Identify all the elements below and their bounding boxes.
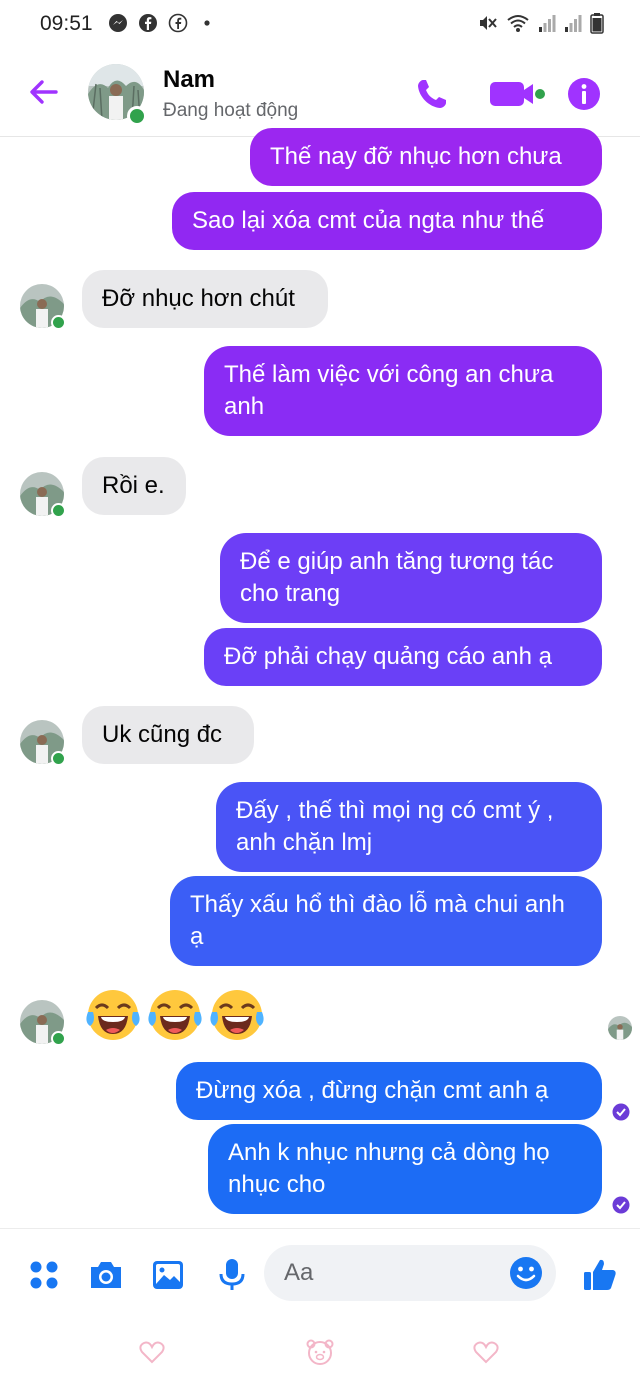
message-text: Đấy , thế thì mọi ng có cmt ý , anh chặn… xyxy=(236,797,554,856)
online-indicator xyxy=(51,1031,66,1046)
more-notifications-dot-icon xyxy=(204,20,210,26)
messenger-notification-icon xyxy=(109,14,127,32)
message-bubble-outgoing[interactable]: Đỡ phải chạy quảng cáo anh ạ xyxy=(204,628,602,686)
mute-icon xyxy=(480,16,497,30)
sent-check-icon xyxy=(612,1103,630,1121)
emoji-message[interactable]: 😂😂😂 xyxy=(84,986,274,1046)
contact-name[interactable]: Nam xyxy=(163,66,215,94)
battery-icon xyxy=(590,13,604,34)
signal-2-icon xyxy=(565,15,582,32)
message-text: Đừng xóa , đừng chặn cmt anh ạ xyxy=(196,1077,549,1104)
system-nav-bar xyxy=(0,1318,640,1386)
message-bubble-outgoing[interactable]: Thấy xấu hổ thì đào lỗ mà chui anh ạ xyxy=(170,876,602,966)
message-text: Để e giúp anh tăng tương tác cho trang xyxy=(240,548,554,607)
message-text: Thế nay đỡ nhục hơn chưa xyxy=(270,143,562,170)
status-indicators xyxy=(478,12,604,34)
like-icon[interactable] xyxy=(580,1255,620,1295)
online-indicator xyxy=(127,106,147,126)
camera-icon[interactable] xyxy=(86,1255,126,1295)
heart-nav-icon[interactable] xyxy=(138,1338,166,1366)
status-time: 09:51 xyxy=(40,12,93,35)
message-bubble-outgoing[interactable]: Anh k nhục nhưng cả dòng họ nhục cho xyxy=(208,1124,602,1214)
info-icon[interactable] xyxy=(566,76,602,112)
message-text: Anh k nhục nhưng cả dòng họ nhục cho xyxy=(228,1139,550,1198)
online-indicator xyxy=(51,315,66,330)
message-text: Sao lại xóa cmt của ngta như thế xyxy=(192,207,545,234)
back-arrow-icon[interactable] xyxy=(26,74,62,110)
message-bubble-incoming[interactable]: Rồi e. xyxy=(82,457,186,515)
signal-1-icon xyxy=(539,15,556,32)
message-text: Thấy xấu hổ thì đào lỗ mà chui anh ạ xyxy=(190,891,565,950)
message-bubble-incoming[interactable]: Đỡ nhục hơn chút xyxy=(82,270,328,328)
message-bubble-outgoing[interactable]: Sao lại xóa cmt của ngta như thế xyxy=(172,192,602,250)
chat-header: Nam Đang hoạt động xyxy=(0,48,640,137)
sent-check-icon xyxy=(612,1196,630,1214)
gallery-icon[interactable] xyxy=(148,1255,188,1295)
mic-icon[interactable] xyxy=(212,1255,252,1295)
active-status: Đang hoạt động xyxy=(163,100,299,121)
message-bubble-outgoing[interactable]: Thế nay đỡ nhục hơn chưa xyxy=(250,128,602,186)
apps-icon[interactable] xyxy=(24,1255,64,1295)
message-text: Đỡ phải chạy quảng cáo anh ạ xyxy=(224,643,552,670)
message-text: Rồi e. xyxy=(102,472,165,499)
read-receipt-avatar xyxy=(608,1016,632,1040)
message-text: Uk cũng đc xyxy=(102,721,223,748)
message-bubble-outgoing[interactable]: Đấy , thế thì mọi ng có cmt ý , anh chặn… xyxy=(216,782,602,872)
emoji-icon[interactable] xyxy=(508,1255,544,1291)
bear-home-icon[interactable] xyxy=(304,1336,336,1368)
online-indicator xyxy=(51,503,66,518)
message-bubble-incoming[interactable]: Uk cũng đc xyxy=(82,706,254,764)
message-input[interactable]: Aa xyxy=(264,1245,556,1301)
tears-of-joy-emoji-icon xyxy=(86,990,140,1040)
message-text: Đỡ nhục hơn chút xyxy=(102,285,295,312)
facebook-notification-icon xyxy=(139,14,157,32)
video-icon[interactable] xyxy=(488,76,548,112)
tears-of-joy-emoji-icon xyxy=(210,990,264,1040)
online-indicator xyxy=(51,751,66,766)
heart-nav-icon[interactable] xyxy=(472,1338,500,1366)
composer-bar: Aa xyxy=(0,1228,640,1319)
tears-of-joy-emoji-icon xyxy=(148,990,202,1040)
message-bubble-outgoing[interactable]: Thế làm việc với công an chưa anh xyxy=(204,346,602,436)
facebook-outline-notification-icon xyxy=(168,13,188,33)
input-placeholder: Aa xyxy=(284,1259,314,1286)
status-bar: 09:51 xyxy=(0,0,640,48)
message-bubble-outgoing[interactable]: Đừng xóa , đừng chặn cmt anh ạ xyxy=(176,1062,602,1120)
phone-icon[interactable] xyxy=(414,76,450,112)
message-bubble-outgoing[interactable]: Để e giúp anh tăng tương tác cho trang xyxy=(220,533,602,623)
wifi-icon xyxy=(507,15,529,32)
message-text: Thế làm việc với công an chưa anh xyxy=(224,361,554,420)
